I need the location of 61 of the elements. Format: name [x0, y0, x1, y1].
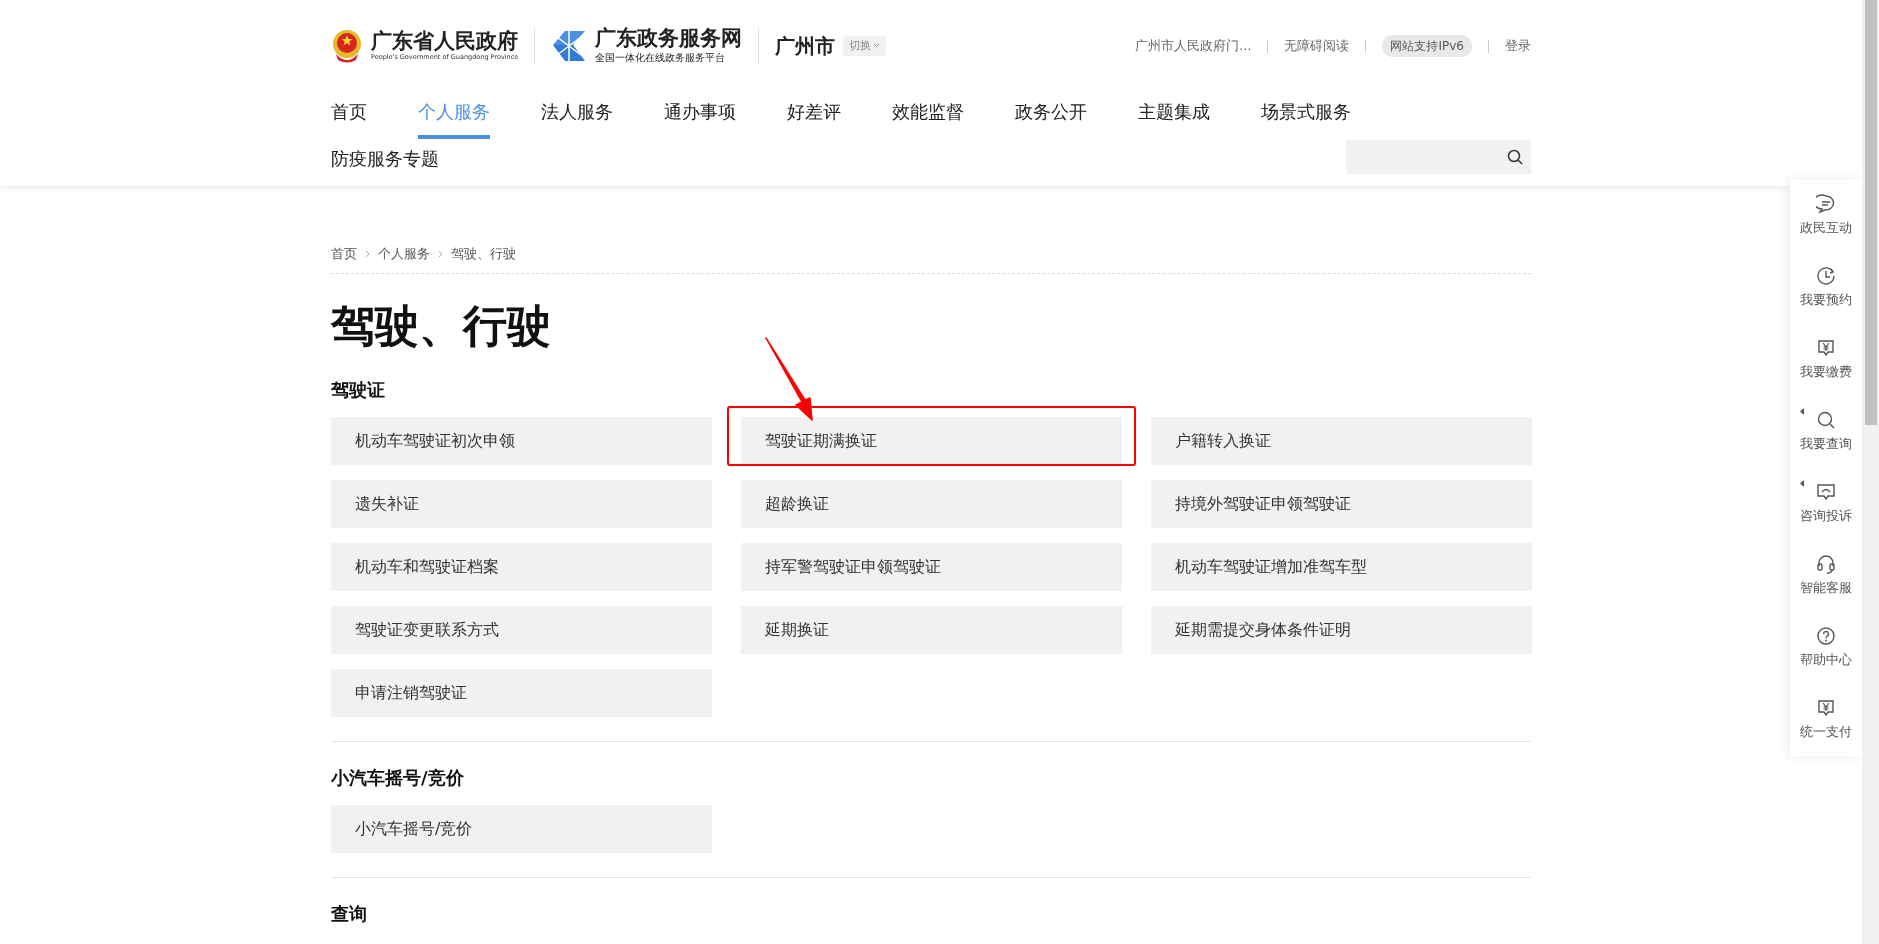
- breadcrumb-link[interactable]: 驾驶、行驶: [451, 244, 516, 264]
- service-item[interactable]: 申请注销驾驶证: [331, 669, 712, 718]
- side-tool-button[interactable]: 我要预约: [1790, 252, 1862, 324]
- section-title: 查询: [331, 902, 368, 927]
- side-tool-button[interactable]: 我要缴费: [1790, 324, 1862, 396]
- clock-icon: [1816, 266, 1836, 287]
- caret-icon: [873, 43, 881, 49]
- side-tool-button[interactable]: 我要查询: [1790, 396, 1862, 468]
- city-name: 广州市: [775, 33, 836, 60]
- side-tool-button[interactable]: 帮助中心: [1790, 612, 1862, 684]
- chevron-icon: [438, 249, 443, 258]
- search-icon: [1816, 410, 1836, 431]
- nav-tab[interactable]: 政务公开: [1015, 92, 1087, 139]
- ipv6-badge: 网站支持IPv6: [1382, 35, 1472, 57]
- help-icon: [1816, 626, 1836, 647]
- service-item[interactable]: 持境外驾驶证申领驾驶证: [1151, 480, 1532, 529]
- top-link[interactable]: 无障碍阅读: [1284, 36, 1350, 56]
- service-item[interactable]: 延期换证: [741, 606, 1122, 655]
- nav-tab[interactable]: 主题集成: [1138, 92, 1210, 139]
- section-title: 驾驶证: [331, 378, 386, 403]
- service-item[interactable]: 超龄换证: [741, 480, 1122, 529]
- page-title: 驾驶、行驶: [331, 299, 552, 353]
- nav-tab[interactable]: 效能监督: [892, 92, 964, 139]
- service-item[interactable]: 遗失补证: [331, 480, 712, 529]
- side-tool-button[interactable]: 统一支付: [1790, 684, 1862, 756]
- nav-tab[interactable]: 场景式服务: [1261, 92, 1351, 139]
- side-tool-button[interactable]: 咨询投诉: [1790, 468, 1862, 540]
- search-field[interactable]: [1346, 140, 1531, 174]
- service-item[interactable]: 驾驶证期满换证: [741, 417, 1122, 466]
- side-tool-button[interactable]: 智能客服: [1790, 540, 1862, 612]
- nav-tab[interactable]: 好差评: [787, 92, 841, 139]
- section-title: 小汽车摇号/竞价: [331, 766, 465, 791]
- top-link[interactable]: 登录: [1505, 36, 1531, 56]
- service-item[interactable]: 机动车和驾驶证档案: [331, 543, 712, 592]
- top-link[interactable]: 广州市人民政府门...: [1135, 36, 1252, 56]
- government-name[interactable]: 广东省人民政府: [371, 29, 519, 53]
- nav-tab[interactable]: 首页: [331, 92, 367, 139]
- service-item[interactable]: 延期需提交身体条件证明: [1151, 606, 1532, 655]
- yen-icon: [1816, 338, 1836, 359]
- search-icon: [1507, 149, 1523, 165]
- side-tool-button[interactable]: 政民互动: [1790, 180, 1862, 252]
- nav-tab[interactable]: 防疫服务专题: [331, 139, 439, 186]
- nav-tab[interactable]: 法人服务: [541, 92, 613, 139]
- headset-icon: [1816, 554, 1836, 575]
- chevron-icon: [365, 249, 370, 258]
- breadcrumb-link[interactable]: 首页: [331, 244, 357, 264]
- chat-icon: [1816, 194, 1836, 215]
- breadcrumb-link[interactable]: 个人服务: [378, 244, 430, 264]
- service-item[interactable]: 驾驶证变更联系方式: [331, 606, 712, 655]
- emblem-icon: [331, 28, 363, 64]
- service-item[interactable]: 持军警驾驶证申领驾驶证: [741, 543, 1122, 592]
- portal-name[interactable]: 广东政务服务网: [595, 26, 743, 51]
- service-item[interactable]: 户籍转入换证: [1151, 417, 1532, 466]
- scrollbar-thumb[interactable]: [1862, 0, 1879, 425]
- service-item[interactable]: 机动车驾驶证初次申领: [331, 417, 712, 466]
- yen-icon: [1816, 698, 1836, 719]
- portal-slogan: 全国一体化在线政务服务平台: [595, 51, 727, 66]
- message-icon: [1816, 482, 1836, 503]
- service-item[interactable]: 机动车驾驶证增加准驾车型: [1151, 543, 1532, 592]
- service-item[interactable]: 小汽车摇号/竞价: [331, 805, 712, 854]
- nav-tab[interactable]: 通办事项: [664, 92, 736, 139]
